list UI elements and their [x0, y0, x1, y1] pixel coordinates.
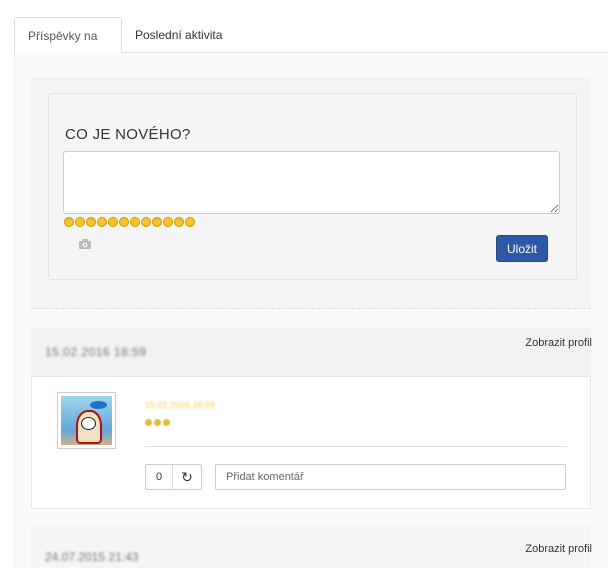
post-card: 15.02.2016 18:59 0 ↻ [31, 376, 591, 509]
emoji-icon [154, 419, 161, 426]
post-date: 15.02.2016 18:59 [45, 345, 147, 359]
emoji-icon[interactable] [130, 217, 140, 227]
emoji-icon[interactable] [174, 217, 184, 227]
emoji-icon [145, 419, 152, 426]
post-divider [145, 446, 567, 447]
post-content-icons [145, 419, 170, 426]
emoji-icon[interactable] [185, 217, 195, 227]
emoji-icon[interactable] [152, 217, 162, 227]
composer-section: CO JE NOVÉHO? Uložit [31, 77, 591, 309]
composer-title: CO JE NOVÉHO? [65, 126, 191, 143]
post-textarea[interactable] [63, 151, 560, 214]
view-profile-link[interactable]: Zobrazit profil [525, 543, 592, 555]
emoji-icon[interactable] [64, 217, 74, 227]
post-composer: CO JE NOVÉHO? Uložit [48, 93, 577, 280]
tab-wall-posts[interactable]: Příspěvky na zdi [14, 17, 122, 79]
emoji-icon[interactable] [163, 217, 173, 227]
post-header: 15.02.2016 18:59 Zobrazit profil [31, 328, 592, 376]
emoji-icon[interactable] [75, 217, 85, 227]
post-date: 24.07.2015 21:43 [45, 550, 139, 564]
avatar[interactable] [57, 392, 116, 449]
save-button[interactable]: Uložit [496, 235, 548, 262]
camera-icon[interactable] [78, 239, 92, 250]
wall-panel: CO JE NOVÉHO? Uložit 15.02.2016 18:59 Zo… [14, 53, 608, 568]
post-meta: 15.02.2016 18:59 [145, 400, 216, 410]
view-profile-link[interactable]: Zobrazit profil [525, 337, 592, 349]
tab-recent-activity[interactable]: Poslední aktivita [122, 17, 242, 53]
comment-counter: 0 ↻ [145, 464, 202, 490]
emoji-icon[interactable] [119, 217, 129, 227]
emoji-icon [163, 419, 170, 426]
refresh-icon[interactable]: ↻ [173, 465, 201, 489]
emoji-icon[interactable] [108, 217, 118, 227]
post-header: 24.07.2015 21:43 Zobrazit profil [31, 525, 592, 568]
comment-input[interactable] [215, 464, 566, 490]
cartoon-avatar-icon [61, 396, 112, 445]
emoji-icon[interactable] [141, 217, 151, 227]
emoji-picker [64, 217, 195, 228]
emoji-icon[interactable] [97, 217, 107, 227]
profile-tabs: Příspěvky na zdi Poslední aktivita [14, 17, 608, 79]
comment-count: 0 [146, 465, 173, 489]
emoji-icon[interactable] [86, 217, 96, 227]
